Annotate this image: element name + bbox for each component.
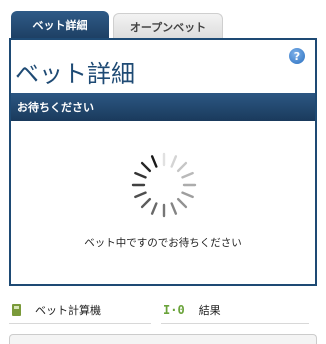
spinner-tick xyxy=(181,171,194,179)
footer-links: ベット計算機 I·0 結果 xyxy=(9,296,309,324)
loading-spinner-icon xyxy=(131,152,197,218)
bottom-panel-edge xyxy=(9,334,317,344)
spinner-tick xyxy=(140,161,152,173)
bet-details-panel: ベット詳細 ? お待ちください ベット中ですのでお待ちください xyxy=(9,38,317,286)
tab-open-bets[interactable]: オープンベット xyxy=(113,13,223,39)
spinner-tick xyxy=(170,202,178,215)
bet-calculator-label: ベット計算機 xyxy=(35,303,101,317)
bet-calculator-link[interactable]: ベット計算機 xyxy=(9,296,151,324)
status-bar: お待ちください xyxy=(11,93,315,121)
spinner-tick xyxy=(176,161,188,173)
page-title: ベット詳細 xyxy=(15,60,135,88)
tab-bar: ベット詳細 オープンベット xyxy=(11,11,317,39)
results-link[interactable]: I·0 結果 xyxy=(161,296,309,324)
waiting-message: ベット中ですのでお待ちください xyxy=(84,237,242,249)
spinner-tick xyxy=(140,197,152,209)
spinner-tick xyxy=(170,155,178,168)
results-label: 結果 xyxy=(198,303,221,317)
spinner-tick xyxy=(134,171,147,179)
spinner-tick xyxy=(150,202,158,215)
help-icon[interactable]: ? xyxy=(289,48,305,64)
tab-bet-details[interactable]: ベット詳細 xyxy=(11,11,109,39)
spinner-tick xyxy=(176,197,188,209)
spinner-tick xyxy=(181,191,194,199)
spinner-tick xyxy=(150,155,158,168)
calculator-icon xyxy=(12,303,21,316)
results-icon: I·0 xyxy=(163,302,185,317)
spinner-tick xyxy=(134,191,147,199)
status-label: お待ちください xyxy=(17,101,94,114)
